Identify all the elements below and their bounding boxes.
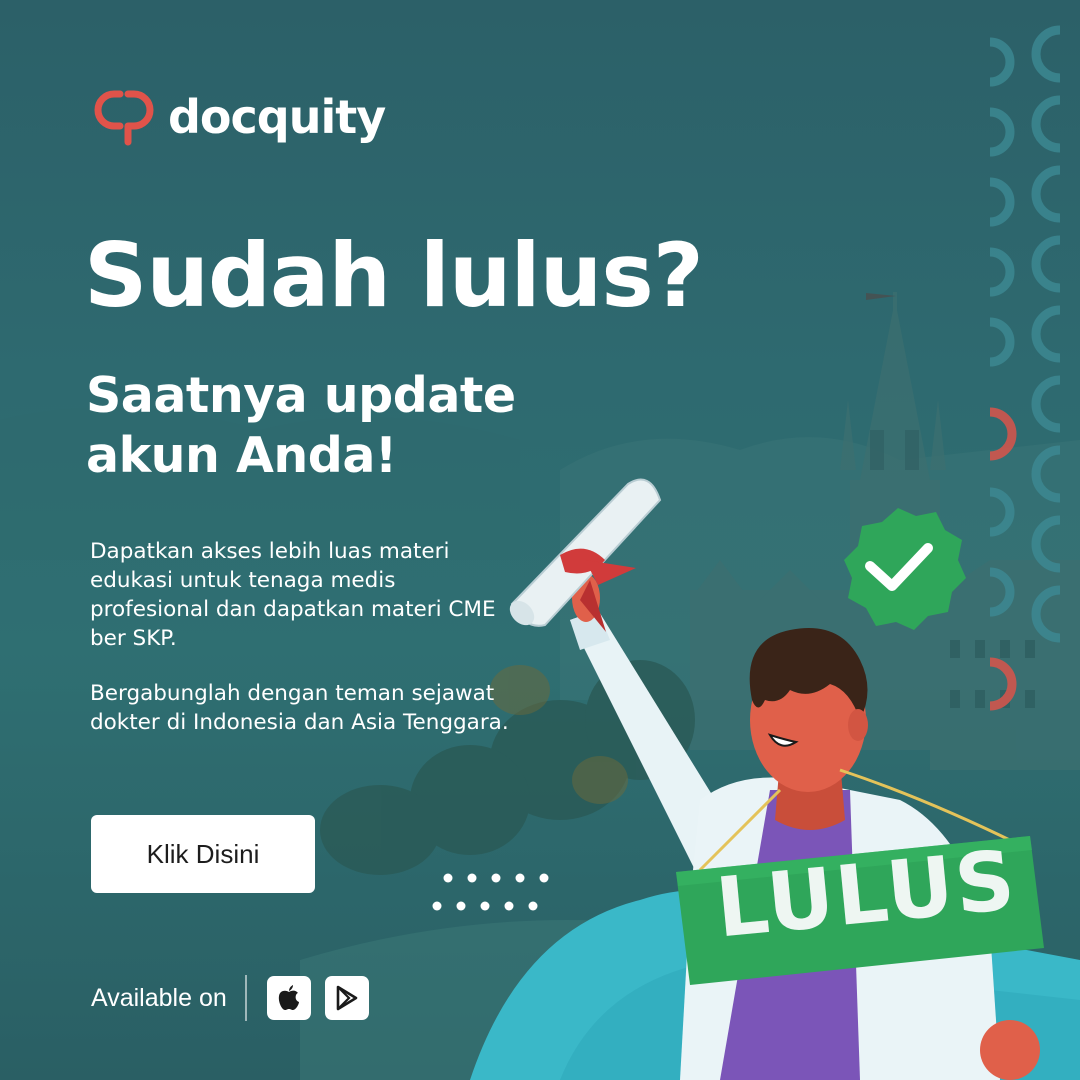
google-play-button[interactable] <box>324 976 369 1020</box>
subheadline: Saatnya update akun Anda! <box>86 366 516 486</box>
google-play-icon <box>336 985 358 1011</box>
app-store-button[interactable] <box>266 976 311 1020</box>
dots-decoration <box>432 873 549 911</box>
body-paragraph-1: Dapatkan akses lebih luas materi edukasi… <box>90 539 496 651</box>
available-label: Available on <box>91 983 227 1012</box>
docquity-logo-icon <box>94 90 154 146</box>
cta-button[interactable]: Klik Disini <box>91 815 315 893</box>
body-paragraph-2: Bergabunglah dengan teman sejawat dokter… <box>90 681 509 735</box>
subheadline-line-1: Saatnya update <box>86 367 516 424</box>
ad-banner: docquity Sudah lulus? Saatnya update aku… <box>0 0 1080 1080</box>
availability-row: Available on <box>91 975 383 1021</box>
brand-logo[interactable]: docquity <box>90 86 386 148</box>
divider <box>244 975 247 1021</box>
headline: Sudah lulus? <box>84 224 704 327</box>
brand-name: docquity <box>168 90 386 144</box>
subheadline-line-2: akun Anda! <box>86 427 397 484</box>
apple-icon <box>278 985 299 1010</box>
